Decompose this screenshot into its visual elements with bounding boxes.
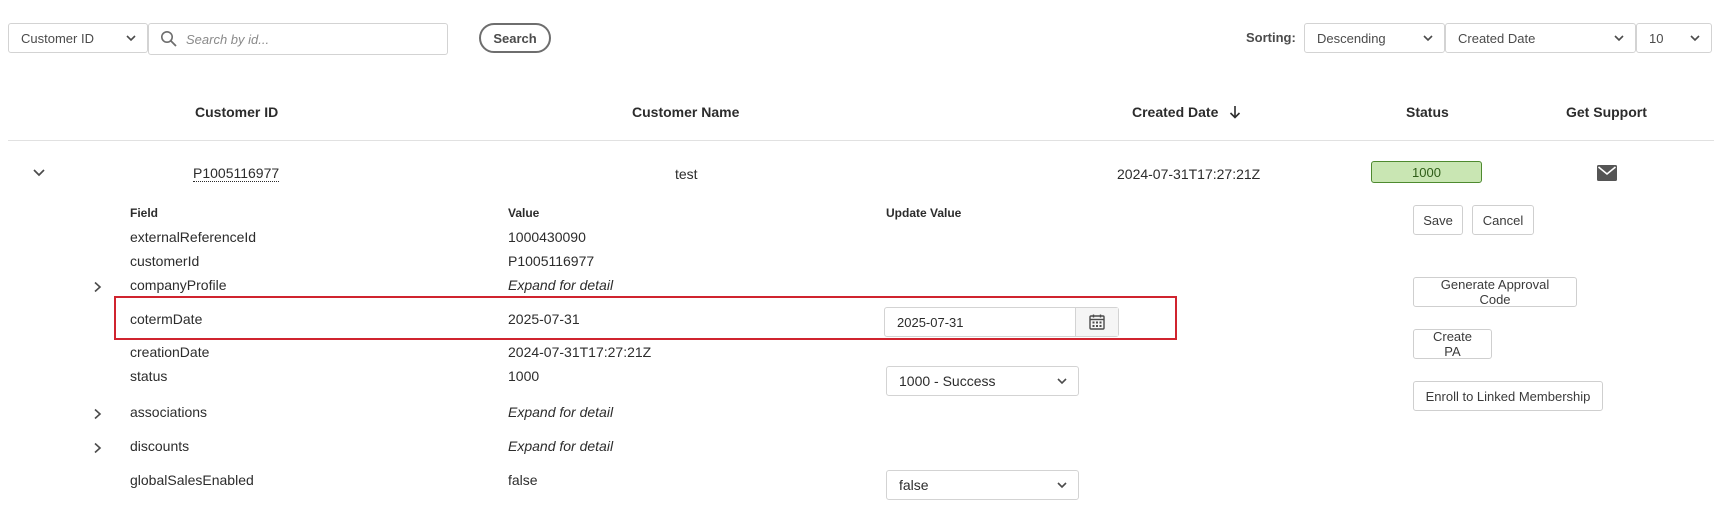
chevron-down-icon [126, 35, 136, 42]
field-label: status [130, 368, 168, 384]
field-value: 1000 [508, 368, 540, 384]
field-value: Expand for detail [508, 404, 614, 420]
search-button[interactable]: Search [479, 23, 551, 53]
field-label: associations [130, 404, 208, 420]
field-label: externalReferenceId [130, 229, 257, 245]
coterm-date-value[interactable]: 2025-07-31 [885, 308, 1075, 336]
arrow-down-icon [1230, 106, 1241, 119]
search-field[interactable] [148, 23, 448, 55]
filter-field-select[interactable]: Customer ID [8, 23, 148, 53]
detail-header-value: Value [508, 206, 540, 220]
field-value: P1005116977 [508, 253, 595, 269]
field-value: 2025-07-31 [508, 311, 580, 327]
status-badge: 1000 [1371, 161, 1482, 183]
search-icon [161, 31, 177, 47]
sort-order-value: Descending [1317, 30, 1386, 46]
coterm-date-input[interactable]: 2025-07-31 [884, 307, 1119, 337]
create-pa-button[interactable]: Create PA [1413, 329, 1492, 359]
detail-header-update-value: Update Value [886, 206, 962, 220]
header-get-support: Get Support [1566, 104, 1647, 120]
field-label: companyProfile [130, 277, 227, 293]
field-label: discounts [130, 438, 190, 454]
field-value: 2024-07-31T17:27:21Z [508, 344, 652, 360]
generate-approval-code-button[interactable]: Generate Approval Code [1413, 277, 1577, 307]
enroll-linked-membership-button[interactable]: Enroll to Linked Membership [1413, 381, 1603, 411]
header-status[interactable]: Status [1406, 104, 1449, 120]
row-customer-name: test [675, 166, 698, 182]
chevron-right-icon[interactable] [92, 281, 104, 293]
field-value: Expand for detail [508, 438, 614, 454]
chevron-down-icon [1057, 482, 1067, 489]
chevron-down-icon [1423, 35, 1433, 42]
page-size-select[interactable]: 10 [1636, 23, 1712, 53]
row-created-date: 2024-07-31T17:27:21Z [1117, 166, 1261, 182]
field-label: creationDate [130, 344, 210, 360]
header-customer-name[interactable]: Customer Name [632, 104, 739, 120]
chevron-right-icon[interactable] [92, 408, 104, 420]
sort-field-value: Created Date [1458, 30, 1536, 46]
field-label: cotermDate [130, 311, 203, 327]
chevron-down-icon [1690, 35, 1700, 42]
chevron-right-icon[interactable] [92, 442, 104, 454]
status-select-value: 1000 - Success [899, 373, 996, 389]
cancel-button[interactable]: Cancel [1472, 205, 1534, 235]
header-divider [8, 140, 1714, 141]
status-select[interactable]: 1000 - Success [886, 366, 1079, 396]
row-customer-id-link[interactable]: P1005116977 [193, 165, 280, 182]
header-created-date-label: Created Date [1132, 104, 1219, 120]
page-size-value: 10 [1649, 30, 1664, 46]
sort-order-select[interactable]: Descending [1304, 23, 1445, 53]
mail-icon[interactable] [1596, 164, 1618, 182]
global-sales-select[interactable]: false [886, 470, 1079, 500]
header-created-date[interactable]: Created Date [1132, 104, 1242, 120]
field-value: false [508, 472, 538, 488]
field-value: Expand for detail [508, 277, 614, 293]
chevron-down-icon[interactable] [31, 165, 47, 181]
search-input[interactable] [186, 31, 436, 47]
field-value: 1000430090 [508, 229, 586, 245]
global-sales-select-value: false [899, 477, 929, 493]
field-label: globalSalesEnabled [130, 472, 254, 488]
calendar-button[interactable] [1075, 308, 1118, 336]
header-customer-id[interactable]: Customer ID [195, 104, 278, 120]
save-button[interactable]: Save [1413, 205, 1463, 235]
chevron-down-icon [1614, 35, 1624, 42]
sorting-label: Sorting: [1246, 30, 1296, 45]
calendar-icon [1089, 314, 1105, 330]
filter-field-value: Customer ID [21, 30, 94, 46]
chevron-down-icon [1057, 378, 1067, 385]
detail-header-field: Field [130, 206, 159, 220]
field-label: customerId [130, 253, 200, 269]
sort-field-select[interactable]: Created Date [1445, 23, 1636, 53]
